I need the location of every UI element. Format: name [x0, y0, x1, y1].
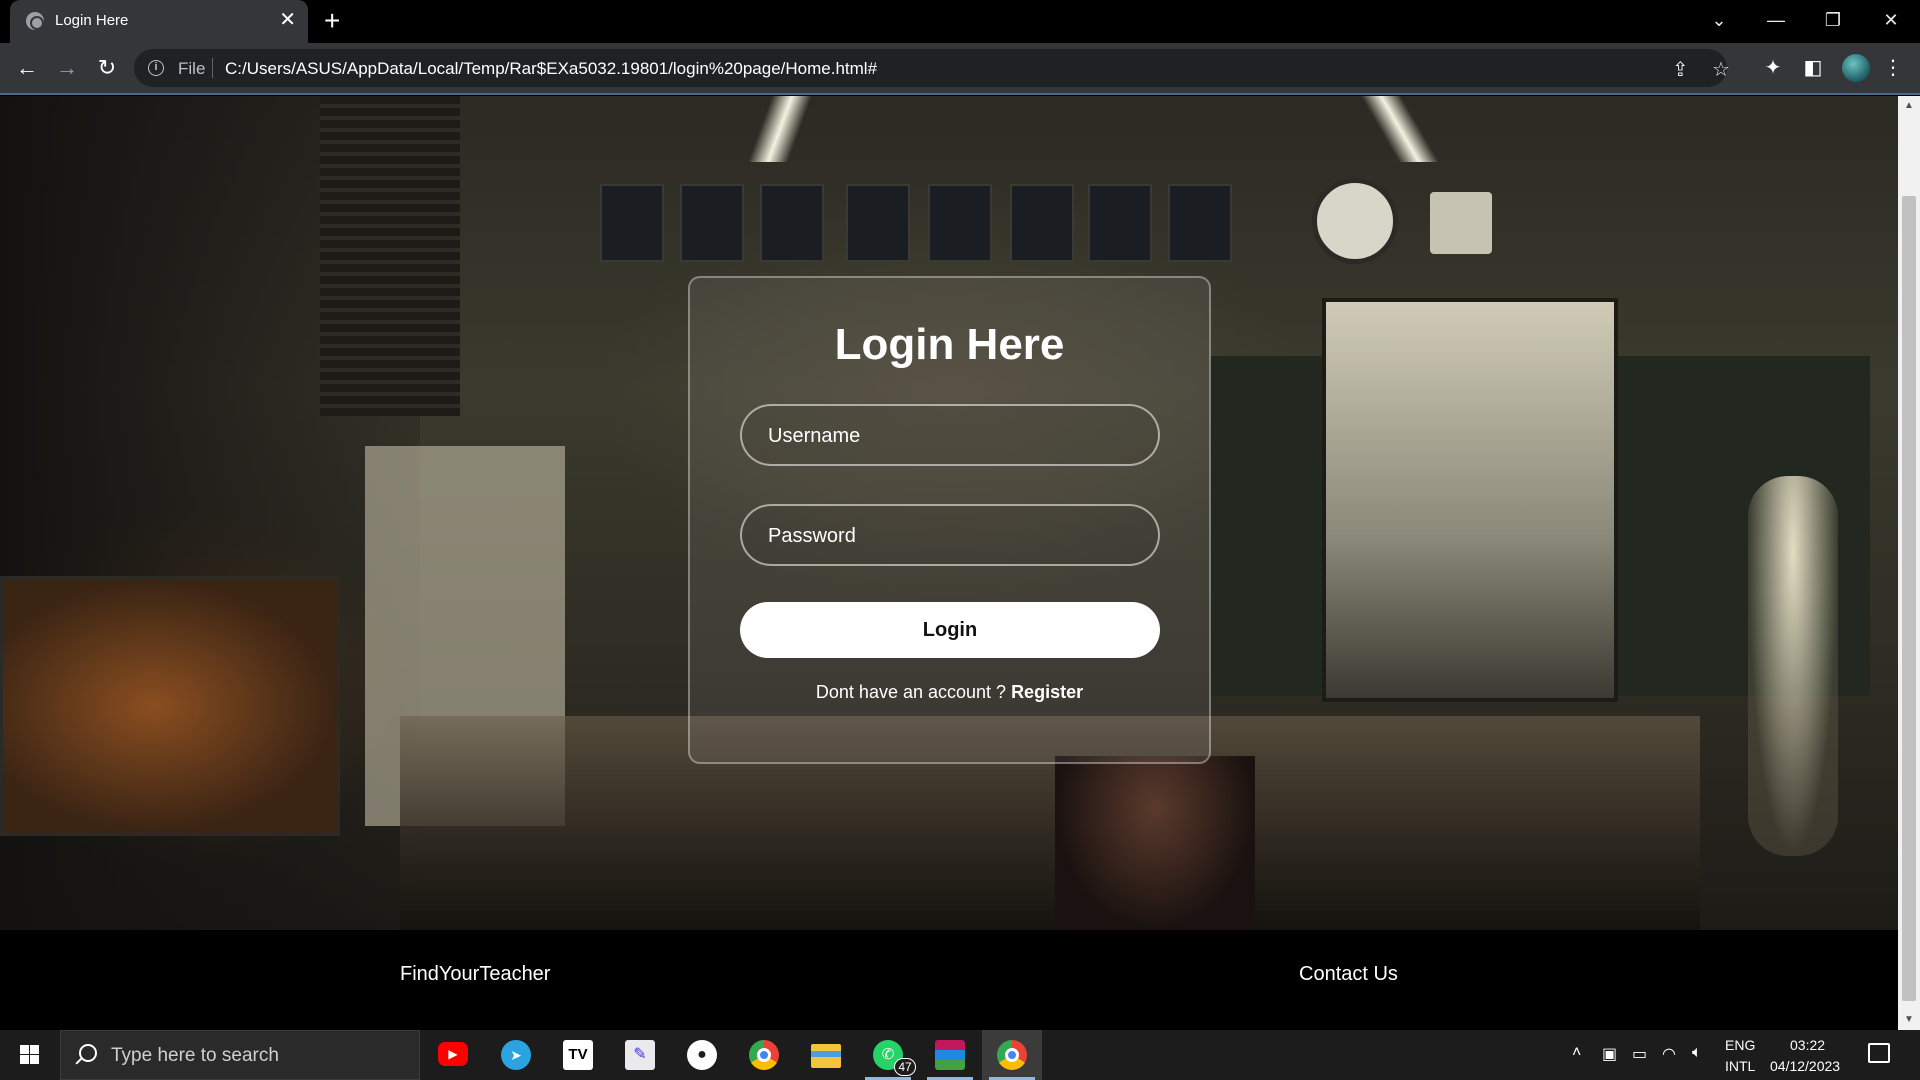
share-icon[interactable]: ⇪: [1672, 57, 1689, 82]
windows-start-icon[interactable]: [0, 1030, 58, 1080]
tab-title: Login Here: [55, 12, 129, 29]
clock-date[interactable]: 04/12/2023: [1770, 1058, 1840, 1074]
address-bar[interactable]: i File C:/Users/ASUS/AppData/Local/Temp/…: [134, 49, 1730, 87]
chrome-icon[interactable]: [994, 1037, 1030, 1073]
tab-bar: Login Here ✕ + ⌄ — ❐ ✕: [0, 0, 1920, 43]
browser-toolbar: ← → ↻ i File C:/Users/ASUS/AppData/Local…: [0, 43, 1920, 95]
url-separator: [212, 58, 213, 78]
page-viewport: Login Here Username Password Login Dont …: [0, 96, 1898, 1030]
constellation-poster: [1010, 184, 1074, 262]
globe-icon: [26, 12, 44, 30]
constellation-poster: [846, 184, 910, 262]
restore-button[interactable]: ❐: [1808, 5, 1858, 35]
ceiling-light: [1360, 96, 1440, 162]
volume-icon[interactable]: 🔈︎: [1692, 1044, 1702, 1062]
footer-brand-link[interactable]: FindYourTeacher: [400, 963, 550, 986]
browser-tab[interactable]: Login Here ✕: [10, 0, 308, 43]
taskbar-search-placeholder: Type here to search: [111, 1045, 279, 1066]
constellation-poster: [760, 184, 824, 262]
github-icon[interactable]: ●: [684, 1037, 720, 1073]
username-placeholder: Username: [768, 425, 861, 447]
constellation-poster: [1168, 184, 1232, 262]
footer-contact-link[interactable]: Contact Us: [1299, 963, 1398, 986]
reload-icon[interactable]: ↻: [92, 53, 122, 83]
login-card: Login Here Username Password Login Dont …: [688, 276, 1211, 764]
scroll-thumb[interactable]: [1902, 196, 1916, 1001]
language-code[interactable]: ENG: [1725, 1037, 1755, 1053]
info-icon[interactable]: i: [148, 60, 164, 76]
search-icon: [79, 1044, 97, 1062]
terrarium: [0, 576, 340, 836]
telegram-icon[interactable]: ➤: [498, 1037, 534, 1073]
tradingview-icon[interactable]: TV: [560, 1037, 596, 1073]
skeleton-model: [1748, 476, 1838, 856]
register-line: Dont have an account ? Register: [690, 682, 1209, 703]
wall-speaker: [1430, 192, 1492, 254]
back-icon[interactable]: ←: [12, 53, 42, 83]
windows-taskbar: Type here to search ▶ ➤ TV ✎ ● ✆ 47 ˄ ▣ …: [0, 1030, 1920, 1080]
page-footer: FindYourTeacher Contact Us: [0, 930, 1898, 1030]
chrome-icon[interactable]: [746, 1037, 782, 1073]
keyboard-layout[interactable]: INTL: [1725, 1058, 1755, 1074]
tray-overflow-icon[interactable]: ˄: [1572, 1044, 1581, 1062]
extensions-icon[interactable]: ✦: [1760, 55, 1786, 80]
classroom-background: Login Here Username Password Login Dont …: [0, 96, 1898, 930]
constellation-poster: [680, 184, 744, 262]
page-scrollbar[interactable]: ▲ ▼: [1898, 96, 1920, 1030]
clock-time[interactable]: 03:22: [1790, 1037, 1825, 1053]
file-label: File: [178, 59, 206, 78]
volcano-model: [1055, 756, 1255, 930]
window-blinds: [320, 96, 460, 416]
close-tab-icon[interactable]: ✕: [279, 9, 296, 31]
bookmark-star-icon[interactable]: ☆: [1712, 57, 1730, 82]
lighthouse-poster: [1322, 298, 1618, 702]
constellation-poster: [600, 184, 664, 262]
whatsapp-unread-badge: 47: [894, 1058, 916, 1076]
login-title: Login Here: [834, 320, 1065, 369]
minimize-button[interactable]: —: [1751, 5, 1801, 35]
device-icon[interactable]: ▣: [1602, 1044, 1617, 1064]
username-input[interactable]: Username: [740, 404, 1160, 466]
side-panel-icon[interactable]: ◧: [1800, 55, 1826, 80]
menu-icon[interactable]: ⋮: [1880, 55, 1906, 80]
url-text[interactable]: C:/Users/ASUS/AppData/Local/Temp/Rar$EXa…: [225, 59, 877, 79]
password-input[interactable]: Password: [740, 504, 1160, 566]
profile-avatar[interactable]: [1842, 54, 1870, 82]
password-placeholder: Password: [768, 525, 856, 547]
winrar-icon[interactable]: [932, 1037, 968, 1073]
notification-center-icon[interactable]: [1868, 1043, 1890, 1063]
register-link[interactable]: Register: [1011, 682, 1083, 702]
wall-clock: [1312, 178, 1398, 264]
constellation-poster: [1088, 184, 1152, 262]
scroll-up-arrow-icon[interactable]: ▲: [1898, 96, 1920, 116]
wifi-icon[interactable]: ◠: [1662, 1044, 1676, 1064]
taskbar-search-box[interactable]: Type here to search: [60, 1030, 420, 1080]
scroll-down-arrow-icon[interactable]: ▼: [1898, 1010, 1920, 1030]
new-tab-button[interactable]: +: [324, 6, 340, 36]
tab-list-icon[interactable]: ⌄: [1694, 5, 1744, 35]
youtube-icon[interactable]: ▶: [435, 1037, 471, 1073]
register-prompt: Dont have an account ?: [815, 682, 1007, 702]
forward-icon[interactable]: →: [52, 53, 82, 83]
constellation-poster: [928, 184, 992, 262]
notes-app-icon[interactable]: ✎: [622, 1037, 658, 1073]
file-explorer-icon[interactable]: [808, 1037, 844, 1073]
battery-icon[interactable]: ▭: [1632, 1044, 1647, 1064]
window-close-button[interactable]: ✕: [1866, 5, 1916, 35]
login-button[interactable]: Login: [740, 602, 1160, 658]
ceiling-light: [747, 96, 813, 162]
